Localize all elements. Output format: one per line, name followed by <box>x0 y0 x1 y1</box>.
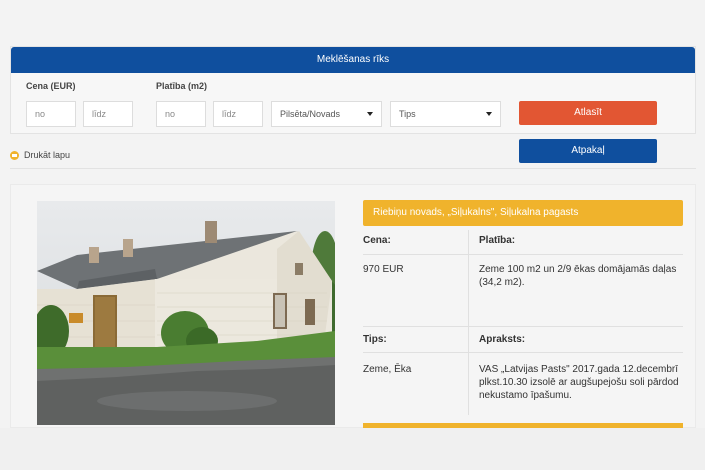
search-panel: Meklēšanas rīks Cena (EUR) Platība (m2) … <box>10 46 696 134</box>
type-select-value: Tips <box>399 109 416 119</box>
city-select-value: Pilsēta/Novads <box>280 109 341 119</box>
area-value: Zeme 100 m2 un 2/9 ēkas domājamās daļas … <box>479 264 677 288</box>
row-divider <box>363 254 683 255</box>
divider <box>10 168 696 169</box>
back-button[interactable]: Atpakaļ <box>519 139 657 163</box>
row-divider <box>363 326 683 327</box>
type-select[interactable]: Tips <box>390 101 501 127</box>
city-select[interactable]: Pilsēta/Novads <box>271 101 382 127</box>
search-panel-title: Meklēšanas rīks <box>11 47 695 73</box>
top-band <box>0 0 705 46</box>
filter-button[interactable]: Atlasīt <box>519 101 657 125</box>
area-header: Platība: <box>479 235 516 246</box>
description-header: Apraksts: <box>479 334 526 345</box>
type-header: Tips: <box>363 334 387 345</box>
price-value: 970 EUR <box>363 264 404 275</box>
price-header: Cena: <box>363 235 391 246</box>
property-photo[interactable] <box>37 201 335 425</box>
print-page-label: Drukāt lapu <box>24 150 71 160</box>
price-from-input[interactable]: no <box>26 101 76 127</box>
column-divider <box>468 230 469 415</box>
chevron-down-icon <box>486 112 492 116</box>
description-value: VAS „Latvijas Pasts" 2017.gada 12.decemb… <box>479 364 679 401</box>
chevron-down-icon <box>367 112 373 116</box>
area-label: Platība (m2) <box>156 81 208 91</box>
price-to-input[interactable]: līdz <box>83 101 133 127</box>
price-label: Cena (EUR) <box>26 81 76 91</box>
listing-card: Riebiņu novads, „Siļukalns", Siļukalna p… <box>10 184 696 429</box>
property-photo-image <box>37 201 335 425</box>
details-table: Cena: Platība: 970 EUR Zeme 100 m2 un 2/… <box>363 230 683 420</box>
printer-icon <box>10 150 19 160</box>
footer-band <box>0 428 705 470</box>
area-from-input[interactable]: no <box>156 101 206 127</box>
row-divider <box>363 352 683 353</box>
type-value: Zeme, Ēka <box>363 364 412 375</box>
print-page-link[interactable]: Drukāt lapu <box>10 150 70 160</box>
location-bar: Riebiņu novads, „Siļukalns", Siļukalna p… <box>363 200 683 226</box>
area-to-input[interactable]: līdz <box>213 101 263 127</box>
page: Meklēšanas rīks Cena (EUR) Platība (m2) … <box>0 0 705 470</box>
